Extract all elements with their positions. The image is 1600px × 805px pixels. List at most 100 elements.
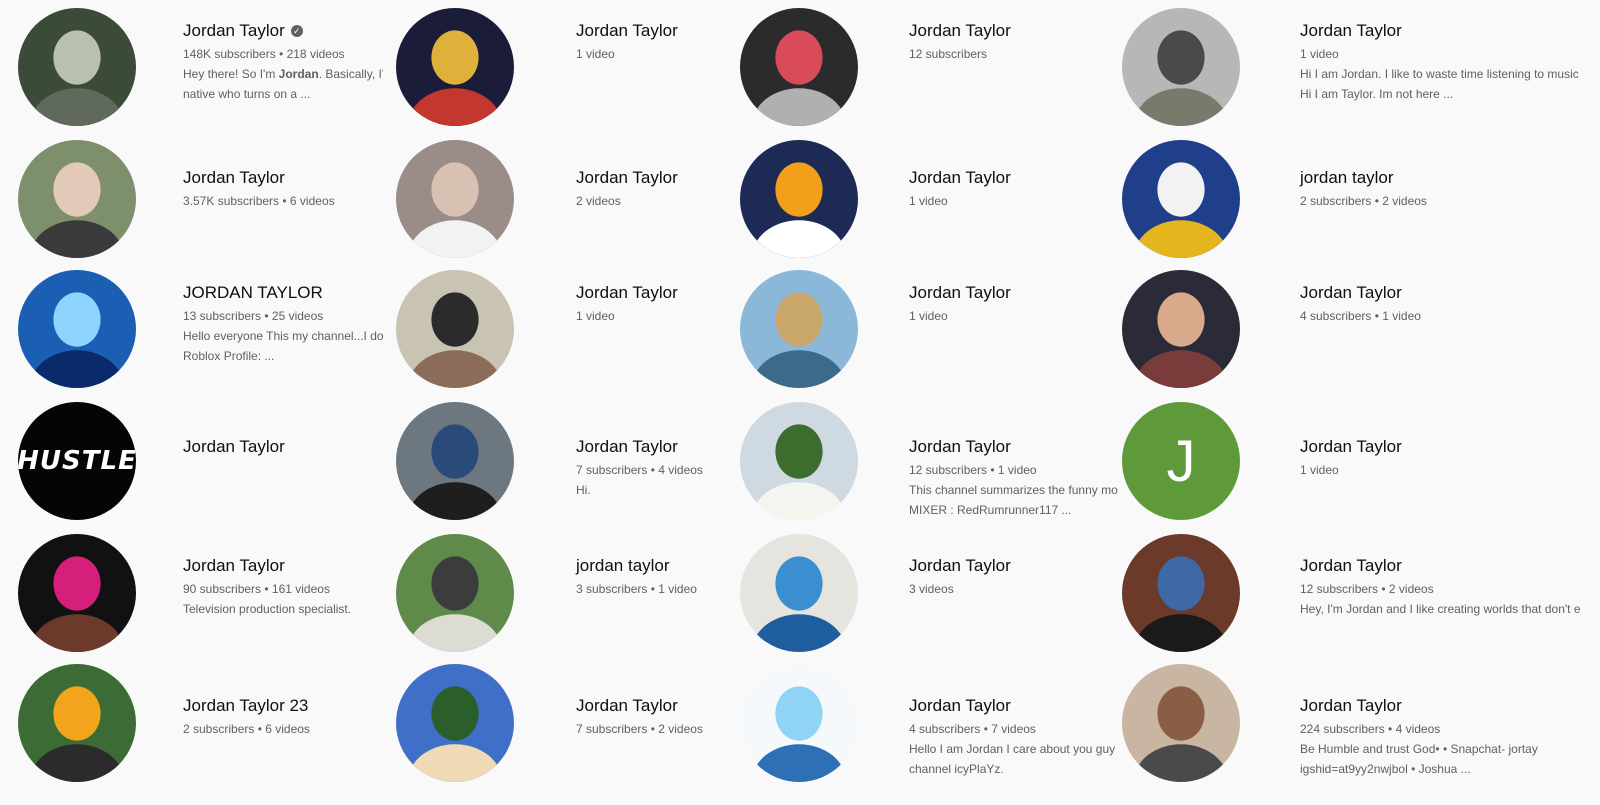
channel-name[interactable]: Jordan Taylor [1300, 20, 1530, 42]
channel-avatar[interactable] [396, 270, 514, 388]
channel-name-text[interactable]: Jordan Taylor [1300, 20, 1402, 42]
channel-info: Jordan Taylor 4 subscribers • 7 videos Hel… [909, 695, 1139, 778]
channel-stats: 2 subscribers • 6 videos [183, 722, 310, 736]
channel-name-text[interactable]: Jordan Taylor [576, 436, 678, 458]
channel-name-text[interactable]: Jordan Taylor [909, 167, 1011, 189]
channel-avatar[interactable] [18, 140, 136, 258]
channel-avatar[interactable] [396, 402, 514, 520]
channel-name-text[interactable]: Jordan Taylor [1300, 695, 1402, 717]
channel-name[interactable]: Jordan Taylor [909, 695, 1139, 717]
channel-description-line: native who turns on a ... [183, 87, 311, 101]
channel-name-text[interactable]: Jordan Taylor [909, 20, 1011, 42]
channel-name-text[interactable]: Jordan Taylor [183, 20, 285, 42]
channel-avatar[interactable] [1122, 8, 1240, 126]
avatar-photo [18, 8, 136, 126]
channel-avatar[interactable] [1122, 140, 1240, 258]
channel-name[interactable]: Jordan Taylor [909, 436, 1139, 458]
channel-avatar[interactable] [740, 270, 858, 388]
avatar-photo [396, 140, 514, 258]
channel-description-line: Hello everyone This my channel...I do B [183, 329, 383, 343]
channel-description-line: igshid=at9yy2nwjbol • Joshua ... [1300, 762, 1471, 776]
channel-info: Jordan Taylor 3 videos [909, 555, 1139, 598]
avatar-photo [1122, 270, 1240, 388]
channel-name[interactable]: Jordan Taylor 23 [183, 695, 413, 717]
avatar-photo [18, 664, 136, 782]
avatar-photo [1122, 140, 1240, 258]
channel-name[interactable]: Jordan Taylor [1300, 555, 1530, 577]
channel-avatar[interactable] [18, 270, 136, 388]
channel-info: Jordan Taylor ✓ 148K subscribers • 218 vid… [183, 20, 413, 103]
channel-name-text[interactable]: Jordan Taylor [183, 167, 285, 189]
channel-stats: 2 subscribers • 2 videos [1300, 194, 1427, 208]
channel-name-text[interactable]: Jordan Taylor [909, 282, 1011, 304]
channel-name[interactable]: Jordan Taylor [1300, 695, 1530, 717]
channel-name[interactable]: Jordan Taylor [183, 167, 413, 189]
channel-name[interactable]: Jordan Taylor [183, 436, 413, 458]
channel-description-line: Hello I am Jordan I care about you guy [909, 742, 1116, 756]
channel-name-text[interactable]: Jordan Taylor [1300, 436, 1402, 458]
channel-name-text[interactable]: Jordan Taylor [1300, 555, 1402, 577]
avatar-photo [740, 270, 858, 388]
channel-avatar[interactable] [1122, 270, 1240, 388]
channel-name[interactable]: Jordan Taylor [909, 20, 1139, 42]
channel-name-text[interactable]: Jordan Taylor [1300, 282, 1402, 304]
channel-info: Jordan Taylor [183, 436, 413, 458]
channel-name[interactable]: Jordan Taylor [1300, 282, 1530, 304]
channel-name-text[interactable]: Jordan Taylor [576, 282, 678, 304]
channel-stats: 1 video [909, 194, 948, 208]
channel-name-text[interactable]: Jordan Taylor [909, 436, 1011, 458]
channel-name[interactable]: Jordan Taylor [909, 167, 1139, 189]
channel-name[interactable]: jordan taylor [1300, 167, 1530, 189]
channel-name-text[interactable]: jordan taylor [1300, 167, 1394, 189]
channel-avatar[interactable] [740, 664, 858, 782]
channel-avatar[interactable] [740, 402, 858, 520]
channel-avatar[interactable] [18, 664, 136, 782]
channel-avatar[interactable] [396, 664, 514, 782]
channel-name-text[interactable]: JORDAN TAYLOR [183, 282, 323, 304]
channel-stats: 148K subscribers • 218 videos [183, 47, 345, 61]
channel-avatar[interactable] [18, 534, 136, 652]
channel-name[interactable]: Jordan Taylor [183, 555, 413, 577]
channel-stats: 1 video [1300, 463, 1339, 477]
avatar-photo [740, 664, 858, 782]
channel-description-line: channel icyPlaYz. [909, 762, 1004, 776]
channel-description-line: Hey there! So I'm Jordan. Basically, I'm [183, 67, 383, 81]
channel-name[interactable]: Jordan Taylor [909, 555, 1139, 577]
channel-name[interactable]: Jordan Taylor ✓ [183, 20, 413, 42]
channel-info: Jordan Taylor 4 subscribers • 1 video [1300, 282, 1530, 325]
channel-avatar[interactable] [18, 8, 136, 126]
channel-avatar[interactable] [396, 8, 514, 126]
channel-avatar[interactable] [396, 534, 514, 652]
channel-name-text[interactable]: Jordan Taylor [909, 555, 1011, 577]
channel-name-text[interactable]: Jordan Taylor [183, 555, 285, 577]
channel-avatar[interactable] [740, 140, 858, 258]
channel-stats: 3.57K subscribers • 6 videos [183, 194, 335, 208]
channel-avatar[interactable] [1122, 534, 1240, 652]
channel-avatar[interactable] [1122, 664, 1240, 782]
channel-avatar[interactable] [740, 8, 858, 126]
channel-description-line: MIXER : RedRumrunner117 ... [909, 503, 1072, 517]
channel-info: JORDAN TAYLOR 13 subscribers • 25 videos H… [183, 282, 413, 365]
channel-avatar[interactable]: J [1122, 402, 1240, 520]
channel-stats: 1 video [909, 309, 948, 323]
channel-name[interactable]: Jordan Taylor [909, 282, 1139, 304]
channel-name-text[interactable]: Jordan Taylor [909, 695, 1011, 717]
channel-name-text[interactable]: Jordan Taylor [576, 20, 678, 42]
channel-info: Jordan Taylor 12 subscribers • 2 videos He… [1300, 555, 1580, 618]
channel-avatar[interactable] [740, 534, 858, 652]
channel-name-text[interactable]: jordan taylor [576, 555, 670, 577]
channel-info: Jordan Taylor 1 video Hi I am Jordan. I li… [1300, 20, 1579, 103]
channel-name[interactable]: Jordan Taylor [1300, 436, 1530, 458]
channel-description-line: Hi I am Jordan. I like to waste time lis… [1300, 67, 1579, 81]
channel-name-text[interactable]: Jordan Taylor [576, 695, 678, 717]
channel-search-results: Jordan Taylor ✓ 148K subscribers • 218 vid… [0, 0, 1600, 805]
channel-avatar[interactable] [396, 140, 514, 258]
channel-name-text[interactable]: Jordan Taylor [183, 436, 285, 458]
channel-avatar[interactable]: HUSTLE [18, 402, 136, 520]
channel-stats: 12 subscribers • 2 videos [1300, 582, 1434, 596]
avatar-logo-text: HUSTLE [18, 446, 136, 476]
avatar-photo [1122, 664, 1240, 782]
channel-name-text[interactable]: Jordan Taylor 23 [183, 695, 308, 717]
channel-name[interactable]: JORDAN TAYLOR [183, 282, 413, 304]
channel-name-text[interactable]: Jordan Taylor [576, 167, 678, 189]
